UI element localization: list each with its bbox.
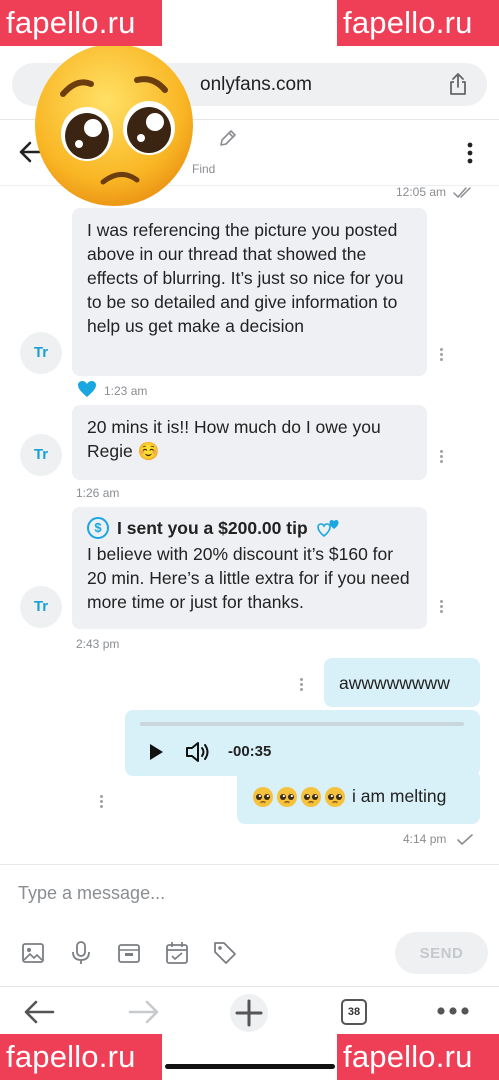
heart-icon[interactable] — [77, 380, 97, 398]
message-timestamp: 1:26 am — [76, 486, 120, 500]
new-tab-icon[interactable] — [229, 993, 269, 1033]
microphone-icon[interactable] — [68, 940, 94, 966]
pleading-emoji-row — [252, 786, 346, 808]
find-label[interactable]: Find — [192, 162, 215, 176]
browser-forward-icon[interactable] — [128, 997, 160, 1027]
message-bubble-incoming[interactable]: I was referencing the picture you posted… — [72, 208, 427, 376]
send-button[interactable]: SEND — [395, 932, 488, 974]
avatar[interactable]: Tr — [20, 434, 62, 476]
watermark: fapello.ru — [0, 0, 162, 46]
price-tag-icon[interactable] — [212, 940, 238, 966]
message-text: awwwwwwww — [339, 673, 450, 693]
browser-menu-icon[interactable] — [436, 1005, 470, 1017]
avatar[interactable]: Tr — [20, 586, 62, 628]
message-input[interactable] — [18, 878, 458, 908]
dollar-icon: $ — [87, 517, 109, 539]
tab-count-button[interactable]: 38 — [341, 999, 367, 1025]
bottom-bar-divider — [0, 986, 499, 987]
composer-divider — [0, 864, 499, 865]
pleading-face-sticker-icon — [35, 44, 193, 206]
pleading-face-icon — [325, 787, 345, 808]
tip-hearts-icon — [316, 520, 339, 538]
message-bubble-outgoing[interactable]: awwwwwwww — [324, 658, 480, 707]
message-timestamp: 1:23 am — [104, 384, 148, 398]
home-indicator — [165, 1064, 335, 1069]
message-options-icon[interactable] — [440, 450, 444, 464]
volume-icon[interactable] — [185, 740, 213, 764]
message-options-icon[interactable] — [300, 678, 304, 692]
image-icon[interactable] — [20, 940, 46, 966]
audio-progress-bar[interactable] — [140, 722, 464, 726]
url-text: onlyfans.com — [200, 74, 312, 95]
audio-message-bubble[interactable] — [125, 710, 480, 776]
message-bubble-incoming[interactable]: 20 mins it is!! How much do I owe you Re… — [72, 405, 427, 480]
message-text: i am melting — [352, 786, 447, 806]
share-icon[interactable] — [447, 72, 469, 96]
message-timestamp: 2:43 pm — [76, 637, 120, 651]
play-icon[interactable] — [147, 743, 165, 761]
message-options-icon[interactable] — [440, 348, 444, 362]
more-options-icon[interactable] — [466, 142, 474, 164]
watermark: fapello.ru — [337, 0, 499, 46]
tip-title-row: $ I sent you a $200.00 tip — [87, 516, 412, 540]
audio-duration: -00:35 — [228, 743, 272, 760]
message-options-icon[interactable] — [100, 795, 104, 809]
message-text: I was referencing the picture you posted… — [87, 220, 404, 336]
read-receipt-icon — [453, 187, 471, 199]
sent-check-icon — [457, 834, 473, 846]
message-options-icon[interactable] — [440, 600, 444, 614]
pleading-face-icon — [253, 787, 273, 808]
message-timestamp: 12:05 am — [396, 185, 447, 199]
message-bubble-outgoing[interactable]: i am melting — [237, 770, 480, 824]
pleading-face-icon — [277, 787, 297, 808]
browser-back-icon[interactable] — [23, 997, 55, 1027]
watermark: fapello.ru — [0, 1034, 162, 1080]
avatar[interactable]: Tr — [20, 332, 62, 374]
pleading-face-icon — [301, 787, 321, 808]
message-timestamp: 4:14 pm — [403, 832, 447, 846]
message-text: I believe with 20% discount it’s $160 fo… — [87, 544, 410, 612]
tip-message-bubble[interactable]: $ I sent you a $200.00 tip I believe wit… — [72, 507, 427, 629]
edit-pencil-icon[interactable] — [218, 128, 238, 148]
watermark: fapello.ru — [337, 1034, 499, 1080]
calendar-icon[interactable] — [164, 940, 190, 966]
message-text: 20 mins it is!! How much do I owe you Re… — [87, 417, 381, 461]
vault-icon[interactable] — [116, 940, 142, 966]
tip-title: I sent you a $200.00 tip — [117, 518, 308, 538]
